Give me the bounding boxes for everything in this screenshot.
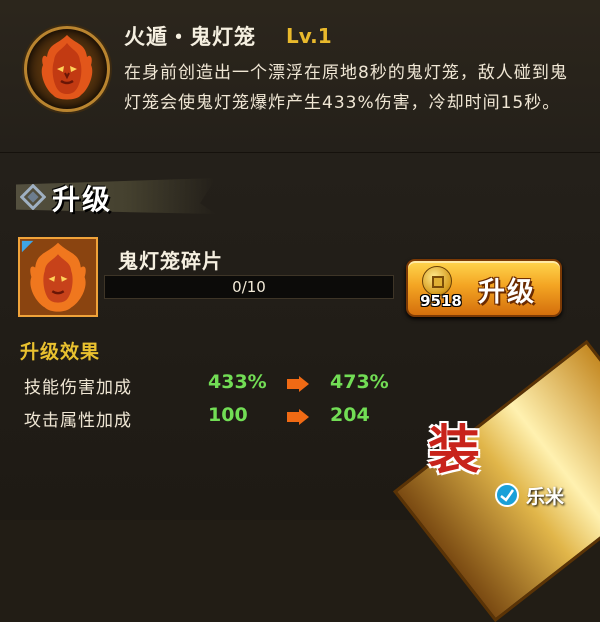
stat-label: 技能伤害加成 [24,378,132,398]
fragment-name: 鬼灯笼碎片 [118,249,223,273]
stat-next-value: 204 [330,404,370,426]
upgrade-button-label: 升级 [478,277,536,308]
stat-current-value: 433% [208,371,267,393]
skill-name: 火遁・鬼灯笼 [124,25,256,49]
equip-tab-glyph: 装 [428,421,481,481]
knot-ornament-icon [20,184,46,210]
stat-current-value: 100 [208,404,248,426]
upgrade-button[interactable]: 9518 升级 [406,259,562,317]
watermark-text: 乐米 [526,485,565,508]
right-arrow-icon [287,376,309,392]
watermark-logo: 乐米 [494,478,594,512]
fragment-item-icon[interactable] [18,237,98,317]
effects-title: 升级效果 [20,341,101,363]
flame-demon-mask-icon [41,35,93,100]
progress-text: 0/10 [232,278,266,296]
stat-next-value: 473% [330,371,389,393]
stat-label: 攻击属性加成 [24,411,132,431]
skill-description: 在身前创造出一个漂浮在原地8秒的鬼灯笼，敌人碰到鬼灯笼会使鬼灯笼爆炸产生433%… [124,63,568,113]
skill-title-row: 火遁・鬼灯笼 Lv.1 [124,20,332,52]
watermark-emblem-icon [495,483,519,507]
skill-level: Lv.1 [286,24,332,48]
fragment-progress-bar: 0/10 [104,275,394,299]
upgrade-cost: 9518 [420,292,462,310]
skill-icon [24,26,110,112]
right-arrow-icon [287,409,309,425]
upgrade-section-title: 升级 [52,183,113,216]
flame-demon-mask-icon [20,239,96,315]
